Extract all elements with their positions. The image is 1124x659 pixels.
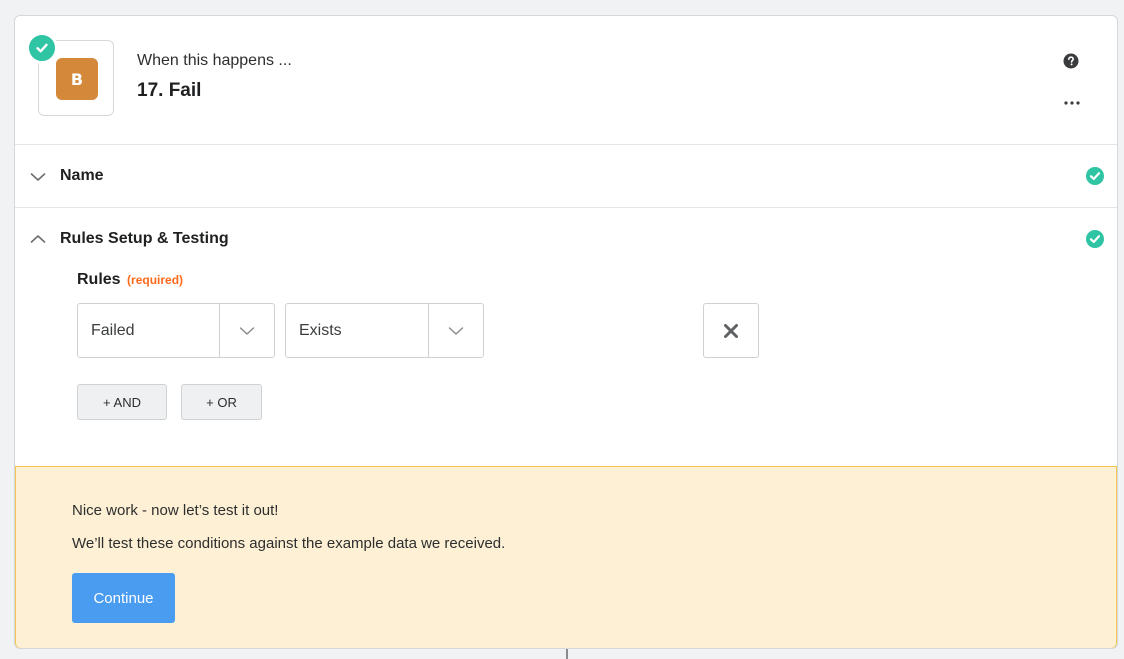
section-name-label: Name: [60, 167, 104, 184]
chevron-down-icon: [239, 326, 255, 335]
help-circle-icon[interactable]: [1063, 53, 1079, 69]
app-icon: B: [56, 58, 98, 100]
step-card: B When this happens ... 17. Fail Name Ru…: [14, 15, 1118, 649]
continue-button[interactable]: Continue: [72, 573, 175, 623]
chevron-down-icon: [30, 170, 46, 182]
remove-rule-button[interactable]: [703, 303, 759, 358]
field-select-toggle[interactable]: [219, 304, 274, 357]
section-rules-label: Rules Setup & Testing: [60, 230, 229, 247]
rules-label-text: Rules: [77, 271, 121, 288]
add-and-button[interactable]: + AND: [77, 384, 167, 420]
operator-select[interactable]: Exists: [285, 303, 484, 358]
field-select[interactable]: Failed: [77, 303, 275, 358]
required-tag: (required): [127, 273, 184, 287]
section-rules[interactable]: Rules Setup & Testing: [15, 208, 1117, 271]
test-banner: Nice work - now let’s test it out! We’ll…: [15, 466, 1117, 648]
chevron-up-icon: [30, 232, 46, 244]
rules-label: Rules (required): [77, 271, 183, 289]
step-subtitle: When this happens ...: [137, 52, 292, 69]
add-or-button[interactable]: + OR: [181, 384, 262, 420]
step-connector-line: [566, 649, 568, 659]
chevron-down-icon: [448, 326, 464, 335]
step-title: 17. Fail: [137, 80, 202, 101]
more-horizontal-icon[interactable]: [1063, 94, 1081, 105]
operator-select-value: Exists: [299, 321, 342, 339]
x-icon: [724, 323, 738, 338]
step-header: B When this happens ... 17. Fail: [15, 16, 1117, 145]
check-circle-icon: [1086, 230, 1104, 248]
check-circle-icon: [1086, 167, 1104, 185]
section-name[interactable]: Name: [15, 145, 1117, 208]
test-banner-heading: Nice work - now let’s test it out!: [72, 502, 279, 519]
operator-select-toggle[interactable]: [428, 304, 483, 357]
test-banner-description: We’ll test these conditions against the …: [72, 535, 506, 552]
field-select-value: Failed: [91, 321, 135, 339]
step-complete-check-icon: [26, 32, 58, 64]
